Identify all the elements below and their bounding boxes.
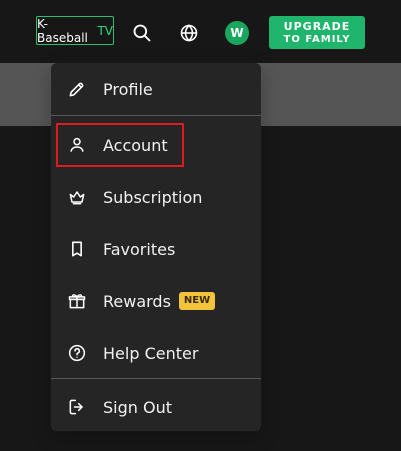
menu-item-sign-out[interactable]: Sign Out (51, 381, 261, 431)
help-icon (67, 343, 87, 363)
menu-item-label: Subscription (103, 187, 203, 207)
upgrade-line-1: UPGRADE (283, 19, 351, 33)
menu-item-help-center[interactable]: Help Center (51, 327, 261, 379)
gift-icon (67, 291, 87, 311)
account-dropdown-menu: Profile Account Subscription Favorites R… (51, 63, 261, 431)
crown-icon (67, 187, 87, 207)
language-button[interactable] (177, 21, 201, 45)
brand-tv: TV (97, 23, 113, 38)
user-avatar[interactable]: W (225, 21, 249, 45)
menu-divider-top (51, 115, 261, 116)
menu-item-label: Help Center (103, 343, 199, 363)
upgrade-line-2: TO FAMILY (283, 33, 351, 45)
globe-icon (180, 24, 198, 42)
menu-item-label: Favorites (103, 239, 176, 259)
menu-item-profile[interactable]: Profile (51, 63, 261, 115)
menu-item-label: Rewards (103, 291, 171, 311)
menu-item-label: Profile (103, 79, 153, 99)
brand-logo[interactable]: K-Baseball TV (36, 16, 114, 45)
menu-divider-bottom (51, 378, 261, 379)
search-icon (133, 24, 151, 42)
new-badge: NEW (178, 292, 216, 310)
search-button[interactable] (130, 21, 154, 45)
menu-item-rewards[interactable]: Rewards NEW (51, 275, 261, 327)
bookmark-icon (67, 239, 87, 259)
sign-out-icon (67, 397, 87, 417)
brand-name: K-Baseball (37, 16, 88, 45)
menu-item-account[interactable]: Account (51, 119, 261, 171)
user-icon (67, 135, 87, 155)
menu-item-label: Account (103, 135, 168, 155)
menu-item-subscription[interactable]: Subscription (51, 171, 261, 223)
upgrade-button[interactable]: UPGRADE TO FAMILY (269, 16, 365, 49)
menu-item-label: Sign Out (103, 397, 172, 417)
pencil-icon (67, 79, 87, 99)
top-nav: K-Baseball TV W UPGRADE TO FAMILY (0, 0, 401, 63)
menu-item-favorites[interactable]: Favorites (51, 223, 261, 275)
